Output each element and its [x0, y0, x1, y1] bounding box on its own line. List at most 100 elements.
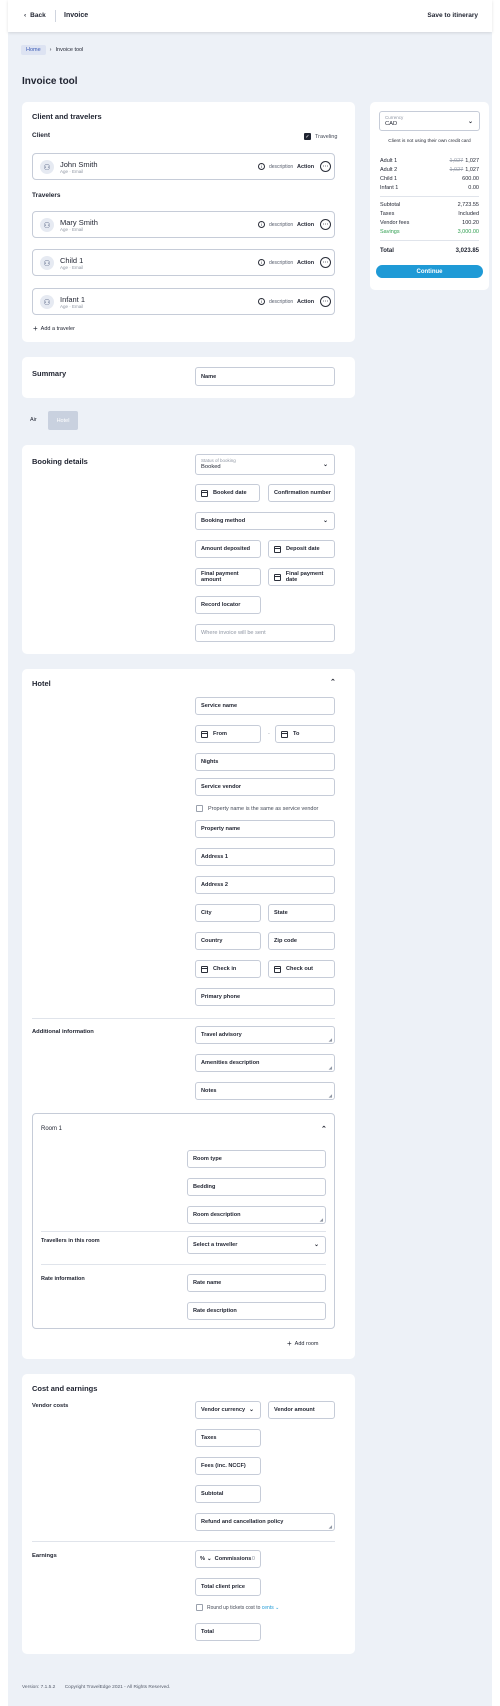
summary-name-input[interactable]: Name [195, 367, 335, 386]
nights-field[interactable]: Nights [195, 753, 335, 771]
rate-description-field[interactable]: Rate description [187, 1302, 326, 1320]
service-vendor-field[interactable]: Service vendor [195, 778, 335, 796]
traveler-row[interactable]: ⚇ Child 1 Age · Email i description Acti… [32, 249, 335, 276]
booking-method-select[interactable]: Booking method ⌄ [195, 512, 335, 530]
primary-phone-field[interactable]: Primary phone [195, 988, 335, 1006]
notes-field[interactable]: Notes ◢ [195, 1082, 335, 1100]
subtotal-field[interactable]: Subtotal [195, 1485, 261, 1503]
action-button[interactable]: Action [297, 299, 314, 305]
traveler-name: Mary Smith [60, 218, 98, 227]
fees-field[interactable]: Fees (inc. NCCF) [195, 1457, 261, 1475]
status-label: Status of booking [201, 458, 236, 463]
chevron-up-icon[interactable]: ⌃ [321, 1125, 327, 1133]
round-up-cents-dropdown[interactable]: cents [262, 1605, 274, 1611]
total-client-price-field[interactable]: Total client price [195, 1578, 261, 1596]
traveler-row[interactable]: ⚇ Infant 1 Age · Email i description Act… [32, 288, 335, 315]
action-button[interactable]: Action [297, 164, 314, 170]
continue-button[interactable]: Continue [376, 265, 483, 278]
more-options-icon[interactable]: ⋯ [320, 161, 331, 172]
info-icon[interactable]: i [258, 221, 265, 228]
city-field[interactable]: City [195, 904, 261, 922]
additional-info-title: Additional information [32, 1029, 94, 1035]
status-of-booking-select[interactable]: Status of booking Booked ⌄ [195, 454, 335, 475]
record-locator-field[interactable]: Record locator [195, 596, 261, 614]
amenities-description-field[interactable]: Amenities description ◢ [195, 1054, 335, 1072]
total-field[interactable]: Total [195, 1623, 261, 1641]
invoice-destination-field[interactable]: Where invoice will be sent [195, 624, 335, 642]
vendor-amount-field[interactable]: Vendor amount [268, 1401, 335, 1419]
state-field[interactable]: State [268, 904, 335, 922]
resize-handle-icon[interactable]: ◢ [329, 1065, 332, 1070]
chevron-up-icon[interactable]: ⌃ [330, 678, 336, 686]
back-button[interactable]: ‹ Back [24, 12, 46, 19]
confirmation-number-field[interactable]: Confirmation number [268, 484, 335, 502]
info-icon[interactable]: i [258, 163, 265, 170]
price-line: Adult 2 1,027 1,027 [380, 167, 479, 173]
commissions-field[interactable]: % ⌄ Commissions 0 [195, 1550, 261, 1568]
add-traveler-button[interactable]: + Add a traveler [33, 324, 75, 333]
summary-card: Summary Name [22, 357, 355, 398]
chevron-down-icon: ⌄ [322, 518, 328, 525]
chevron-down-icon: ⌄ [206, 1556, 212, 1562]
more-options-icon[interactable]: ⋯ [320, 296, 331, 307]
calendar-icon [274, 545, 281, 553]
final-payment-date-field[interactable]: Final payment date [268, 568, 335, 586]
country-field[interactable]: Country [195, 932, 261, 950]
amount-deposited-field[interactable]: Amount deposited [195, 540, 261, 558]
to-date-field[interactable]: To [275, 725, 335, 743]
resize-handle-icon[interactable]: ◢ [329, 1037, 332, 1042]
more-options-icon[interactable]: ⋯ [320, 219, 331, 230]
info-icon[interactable]: i [258, 298, 265, 305]
action-button[interactable]: Action [297, 260, 314, 266]
round-up-checkbox[interactable] [196, 1604, 203, 1611]
save-to-itinerary-button[interactable]: Save to itinerary [427, 12, 478, 19]
same-as-vendor-checkbox[interactable] [196, 805, 203, 812]
address-1-field[interactable]: Address 1 [195, 848, 335, 866]
property-name-field[interactable]: Property name [195, 820, 335, 838]
room-description-field[interactable]: Room description ◢ [187, 1206, 326, 1224]
resize-handle-icon[interactable]: ◢ [320, 1217, 323, 1222]
room-type-field[interactable]: Room type [187, 1150, 326, 1168]
percent-type-select[interactable]: % [200, 1556, 205, 1562]
price-line: Adult 1 1,027 1,027 [380, 158, 479, 164]
divider [32, 1541, 335, 1542]
tab-air[interactable]: Air [30, 417, 37, 423]
tab-hotel[interactable]: Hotel [48, 411, 78, 430]
currency-select[interactable]: Currency CAD ⌄ [379, 111, 480, 131]
traveler-meta: Age · Email [60, 304, 84, 309]
breadcrumb-current: Invoice tool [55, 47, 84, 53]
from-date-field[interactable]: From [195, 725, 261, 743]
vendor-currency-select[interactable]: Vendor currency ⌄ [195, 1401, 261, 1419]
info-icon[interactable]: i [258, 259, 265, 266]
page-title: Invoice tool [22, 76, 78, 87]
divider [32, 1018, 335, 1019]
booking-details-card: Booking details Status of booking Booked… [22, 445, 355, 654]
client-row[interactable]: ⚇ John Smith Age · Email i description A… [32, 153, 335, 180]
action-button[interactable]: Action [297, 222, 314, 228]
more-options-icon[interactable]: ⋯ [320, 257, 331, 268]
breadcrumb-home-link[interactable]: Home [21, 45, 46, 55]
check-out-field[interactable]: Check out [268, 960, 335, 978]
deposit-date-field[interactable]: Deposit date [268, 540, 335, 558]
traveler-name: Child 1 [60, 256, 84, 265]
rate-name-field[interactable]: Rate name [187, 1274, 326, 1292]
resize-handle-icon[interactable]: ◢ [329, 1093, 332, 1098]
taxes-field[interactable]: Taxes [195, 1429, 261, 1447]
resize-handle-icon[interactable]: ◢ [329, 1524, 332, 1529]
copyright-text: Copyright TravelEdge 2021 - All Rights R… [64, 1685, 171, 1690]
description-label: description [269, 260, 294, 266]
traveling-checkbox[interactable]: ✓ [304, 133, 311, 140]
service-name-field[interactable]: Service name [195, 697, 335, 715]
traveler-row[interactable]: ⚇ Mary Smith Age · Email i description A… [32, 211, 335, 238]
select-traveller-dropdown[interactable]: Select a traveller ⌄ [187, 1236, 326, 1254]
booked-date-field[interactable]: Booked date [195, 484, 260, 502]
address-2-field[interactable]: Address 2 [195, 876, 335, 894]
final-payment-amount-field[interactable]: Final payment amount [195, 568, 261, 586]
check-in-field[interactable]: Check in [195, 960, 261, 978]
add-room-button[interactable]: + Add room [287, 1339, 319, 1348]
plus-icon: + [287, 1339, 292, 1348]
travel-advisory-field[interactable]: Travel advisory ◢ [195, 1026, 335, 1044]
refund-policy-field[interactable]: Refund and cancellation policy ◢ [195, 1513, 335, 1531]
bedding-field[interactable]: Bedding [187, 1178, 326, 1196]
zip-code-field[interactable]: Zip code [268, 932, 335, 950]
